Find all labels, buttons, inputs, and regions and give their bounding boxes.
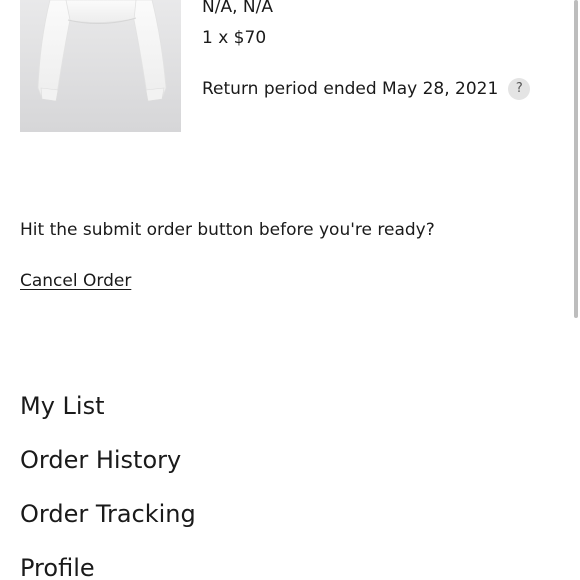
nav-item-order-tracking[interactable]: Order Tracking xyxy=(20,498,196,530)
return-status: Return period ended May 28, 2021 xyxy=(202,79,499,99)
help-icon[interactable]: ? xyxy=(508,78,531,100)
nav-item-my-list[interactable]: My List xyxy=(20,390,196,422)
nav-item-order-history[interactable]: Order History xyxy=(20,444,196,476)
product-image xyxy=(20,0,181,132)
nav-item-profile[interactable]: Profile xyxy=(20,552,196,580)
cancel-order-link[interactable]: Cancel Order xyxy=(20,270,131,292)
scrollbar[interactable] xyxy=(574,0,578,318)
cancel-prompt: Hit the submit order button before you'r… xyxy=(20,220,435,240)
product-variant: N/A, N/A xyxy=(202,0,273,17)
account-nav: My List Order History Order Tracking Pro… xyxy=(20,390,196,580)
quantity-price: 1 x $70 xyxy=(202,28,267,48)
sweatshirt-image xyxy=(37,0,167,102)
order-details-page: N/A, N/A 1 x $70 Return period ended May… xyxy=(0,0,580,580)
return-status-row: Return period ended May 28, 2021 ? xyxy=(202,78,531,100)
